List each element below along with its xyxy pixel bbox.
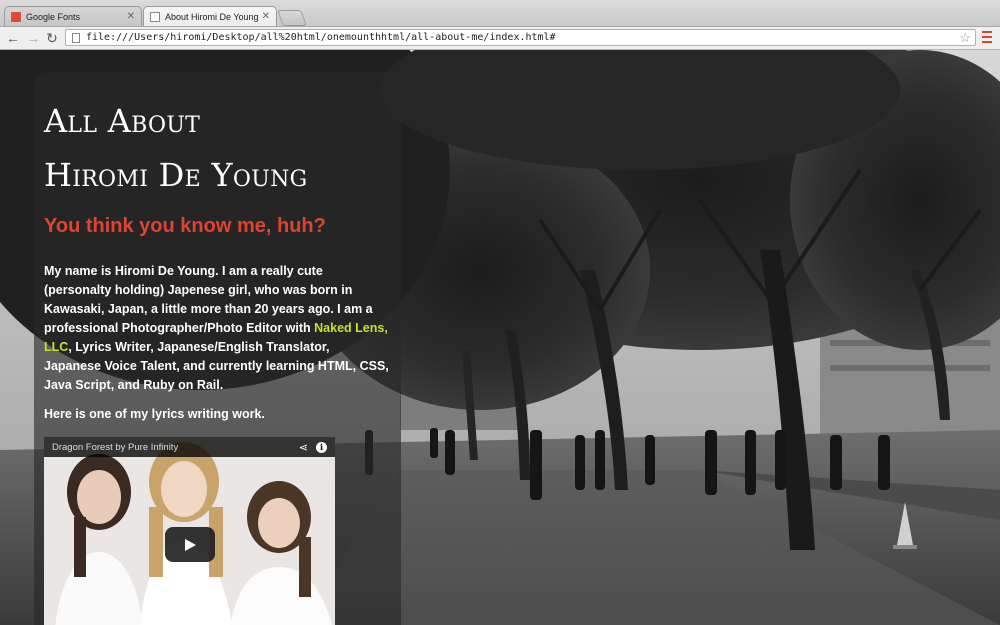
bio-text-2: , Lyrics Writer, Japanese/English Transl… xyxy=(44,340,389,392)
reload-icon[interactable]: ↻ xyxy=(43,29,61,47)
close-icon[interactable]: ✕ xyxy=(127,11,135,22)
menu-icon[interactable] xyxy=(982,31,992,43)
browser-tab-bar: Google Fonts ✕ About Hiromi De Young ✕ xyxy=(0,0,1000,27)
play-button[interactable] xyxy=(165,527,215,562)
title-line-1: All About xyxy=(44,102,201,140)
close-icon[interactable]: ✕ xyxy=(262,11,270,22)
tab-label: Google Fonts xyxy=(26,11,81,22)
new-tab-button[interactable] xyxy=(277,10,307,26)
subheading: You think you know me, huh? xyxy=(44,215,326,237)
lyrics-intro: Here is one of my lyrics writing work. xyxy=(44,407,265,421)
back-arrow-icon[interactable]: ← xyxy=(4,29,22,47)
document-favicon-icon xyxy=(150,11,160,22)
title-line-2: Hiromi De Young xyxy=(44,156,308,194)
share-icon[interactable]: ⋖ xyxy=(299,441,308,454)
tab-about-hiromi[interactable]: About Hiromi De Young ✕ xyxy=(143,6,277,26)
info-icon[interactable]: i xyxy=(316,441,327,453)
url-text[interactable]: file:///Users/hiromi/Desktop/all%20html/… xyxy=(86,32,959,43)
tab-google-fonts[interactable]: Google Fonts ✕ xyxy=(4,6,142,26)
video-title-bar: Dragon Forest by Pure Infinity ⋖ i xyxy=(44,437,335,457)
browser-toolbar: ← → ↻ file:///Users/hiromi/Desktop/all%2… xyxy=(0,27,1000,50)
play-icon xyxy=(185,538,196,551)
address-bar[interactable]: file:///Users/hiromi/Desktop/all%20html/… xyxy=(65,29,976,46)
page-viewport: All About Hiromi De Young You think you … xyxy=(0,50,1000,625)
bookmark-star-icon[interactable]: ☆ xyxy=(959,30,971,46)
video-title[interactable]: Dragon Forest by Pure Infinity xyxy=(52,442,299,453)
google-fonts-favicon-icon xyxy=(11,11,21,22)
page-icon xyxy=(72,32,80,43)
page-title: All About Hiromi De Young xyxy=(44,94,308,202)
bio-paragraph: My name is Hiromi De Young. I am a reall… xyxy=(44,262,389,395)
video-embed[interactable]: Dragon Forest by Pure Infinity ⋖ i xyxy=(44,437,335,625)
tab-label: About Hiromi De Young xyxy=(165,11,258,22)
forward-arrow-icon[interactable]: → xyxy=(24,29,42,47)
